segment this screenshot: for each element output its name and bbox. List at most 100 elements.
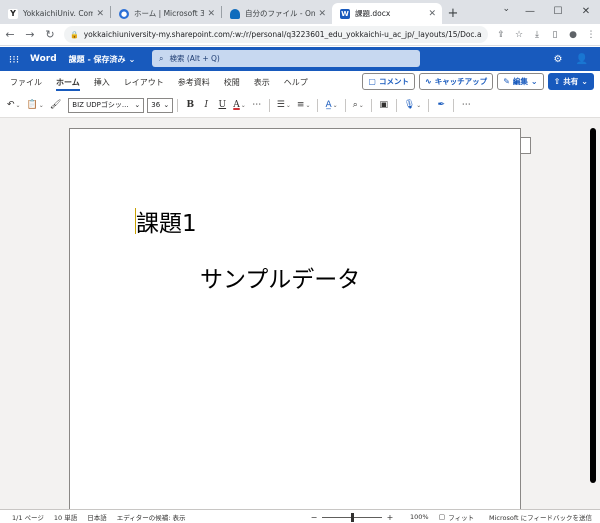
document-page[interactable]: 課題1 サンプルデータ xyxy=(69,128,521,514)
editor-button[interactable]: ✒ xyxy=(433,96,449,114)
more-font-options-icon[interactable]: ⋯ xyxy=(249,96,265,114)
header-right: ⚙ 👤 xyxy=(546,47,594,71)
tab-review[interactable]: 校閲 xyxy=(224,71,240,94)
document-canvas: 課題1 サンプルデータ xyxy=(0,117,600,514)
more-options-icon[interactable]: ⋯ xyxy=(458,96,474,114)
dictate-button[interactable]: 🎙 ⌄ xyxy=(401,96,424,114)
share-button[interactable]: ⇧ 共有 ⌄ xyxy=(547,73,594,90)
language-indicator[interactable]: 日本語 xyxy=(87,512,107,522)
account-person-icon[interactable]: 👤 xyxy=(570,54,594,65)
chevron-down-icon: ⌄ xyxy=(15,101,21,109)
styles-button[interactable]: A̲ ⌄ xyxy=(322,96,340,114)
sensitivity-icon: ▣ xyxy=(379,100,389,110)
edit-mode-button[interactable]: ✎ 編集 ⌄ xyxy=(497,73,544,90)
ribbon-actions: ▢ コメント ∿ キャッチアップ ✎ 編集 ⌄ ⇧ 共有 ⌄ xyxy=(362,73,594,90)
tab-title: 課題.docx xyxy=(355,9,391,18)
close-window-icon[interactable]: ✕ xyxy=(572,0,600,22)
pencil-icon: ✎ xyxy=(503,77,510,86)
underline-button[interactable]: U xyxy=(214,96,230,114)
format-painter-button[interactable]: 🖌 xyxy=(47,96,64,114)
align-button[interactable]: ≡ ⌄ xyxy=(294,96,314,114)
undo-button[interactable]: ↶ ⌄ xyxy=(4,96,24,114)
tab-home[interactable]: ホーム xyxy=(56,71,80,94)
font-color-button[interactable]: A ⌄ xyxy=(230,96,249,114)
paste-button[interactable]: 📋 ⌄ xyxy=(24,96,47,114)
forward-arrow-icon[interactable]: → xyxy=(20,25,40,45)
browser-tab-m365[interactable]: ● ホーム | Microsoft 365 ✕ xyxy=(111,3,221,24)
profile-icon[interactable]: ● xyxy=(564,30,582,40)
word-favicon-icon: W xyxy=(340,8,350,19)
lock-icon[interactable]: 🔒 xyxy=(70,31,79,39)
styles-icon: A̲ xyxy=(325,100,332,110)
editor-suggestions[interactable]: エディターの候補: 表示 xyxy=(117,512,186,522)
comment-label: コメント xyxy=(378,77,409,86)
font-name-select[interactable]: BIZ UDPゴシッ... ⌄ xyxy=(68,97,145,113)
document-title-button[interactable]: 課題 - 保存済み ⌄ xyxy=(69,54,136,65)
onedrive-favicon-icon xyxy=(230,8,240,19)
app-launcher-icon[interactable]: ⁝⁝⁝ xyxy=(0,47,28,71)
fit-button[interactable]: ▢ フィット xyxy=(439,512,475,522)
zoom-slider[interactable] xyxy=(322,512,382,522)
tab-title: YokkaichiUniv. Compute xyxy=(23,9,94,18)
edit-label: 編集 xyxy=(512,77,528,86)
settings-gear-icon[interactable]: ⚙ xyxy=(546,54,570,65)
fit-page-icon: ▢ xyxy=(438,513,446,521)
tab-references[interactable]: 参考資料 xyxy=(178,71,210,94)
vertical-scrollbar[interactable] xyxy=(590,128,596,483)
find-button[interactable]: ⌕ ⌄ xyxy=(350,96,367,114)
browser-tab-yokkaichi[interactable]: Y YokkaichiUniv. Compute ✕ xyxy=(0,3,110,24)
chevron-down-icon: ⌄ xyxy=(285,101,291,109)
feedback-link[interactable]: Microsoft にフィードバックを送信 xyxy=(489,510,592,523)
app-name[interactable]: Word xyxy=(30,54,57,64)
tab-insert[interactable]: 挿入 xyxy=(94,71,110,94)
bookmark-star-icon[interactable]: ☆ xyxy=(510,30,528,40)
tab-layout[interactable]: レイアウト xyxy=(124,71,164,94)
new-tab-button[interactable]: + xyxy=(442,3,464,24)
side-panel-icon[interactable]: ▯ xyxy=(546,30,564,40)
close-tab-icon[interactable]: ✕ xyxy=(318,9,326,19)
tab-view[interactable]: 表示 xyxy=(254,71,270,94)
document-title: 課題 - 保存済み xyxy=(68,54,126,64)
word-count: 10 単語 xyxy=(53,513,78,522)
download-icon[interactable]: ⤓ xyxy=(528,30,546,40)
back-arrow-icon[interactable]: ← xyxy=(0,25,20,45)
maximize-icon[interactable]: ☐ xyxy=(544,0,572,22)
zoom-out-button[interactable]: − xyxy=(308,513,320,522)
browser-menu-icon[interactable]: ⋮ xyxy=(582,30,600,40)
zoom-percent[interactable]: 100% xyxy=(410,513,429,521)
minimize-icon[interactable]: — xyxy=(516,0,544,22)
search-placeholder: 検索 (Alt + Q) xyxy=(169,54,220,63)
document-heading[interactable]: 課題1 xyxy=(136,204,197,238)
font-size-select[interactable]: 36 ⌄ xyxy=(147,97,174,113)
search-input[interactable]: ⌕ 検索 (Alt + Q) xyxy=(152,50,420,67)
bold-button[interactable]: B xyxy=(182,96,198,114)
browser-tab-word-doc[interactable]: W 課題.docx ✕ xyxy=(332,3,442,24)
toolbar-divider xyxy=(395,98,397,112)
close-tab-icon[interactable]: ✕ xyxy=(428,9,436,19)
align-icon: ≡ xyxy=(296,100,305,110)
close-tab-icon[interactable]: ✕ xyxy=(96,9,104,19)
tab-title: 自分のファイル - OneDrive xyxy=(245,9,316,18)
tab-file[interactable]: ファイル xyxy=(10,71,42,94)
share-page-icon[interactable]: ⇪ xyxy=(492,30,510,40)
tab-help[interactable]: ヘルプ xyxy=(284,71,308,94)
zoom-in-button[interactable]: + xyxy=(384,513,396,522)
close-tab-icon[interactable]: ✕ xyxy=(207,9,215,19)
chevron-down-icon: ⌄ xyxy=(581,77,588,86)
tab-search-chevron-icon[interactable]: ⌄ xyxy=(502,4,510,14)
chevron-down-icon: ⌄ xyxy=(332,101,338,109)
font-name-value: BIZ UDPゴシッ... xyxy=(72,101,129,109)
italic-button[interactable]: I xyxy=(198,96,214,114)
comment-button[interactable]: ▢ コメント xyxy=(362,73,415,90)
document-body-text[interactable]: サンプルデータ xyxy=(200,260,360,294)
sensitivity-button[interactable]: ▣ xyxy=(376,96,392,114)
toolbar-divider xyxy=(317,98,319,112)
catchup-button[interactable]: ∿ キャッチアップ xyxy=(418,73,494,90)
browser-tab-onedrive[interactable]: 自分のファイル - OneDrive ✕ xyxy=(222,3,332,24)
reload-icon[interactable]: ↻ xyxy=(40,25,60,45)
url-input[interactable]: 🔒 yokkaichiuniversity-my.sharepoint.com/… xyxy=(64,26,488,43)
microphone-icon: 🎙 xyxy=(403,100,416,110)
bullets-button[interactable]: ☰ ⌄ xyxy=(274,96,294,114)
zoom-slider-thumb[interactable] xyxy=(351,512,354,522)
share-icon: ⇧ xyxy=(553,77,561,86)
